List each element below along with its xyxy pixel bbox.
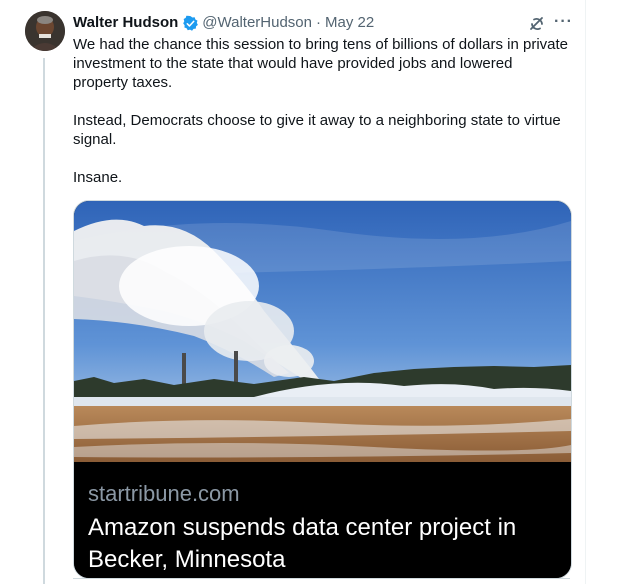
- tweet-paragraph: Insane.: [73, 169, 123, 186]
- tweet-text: We had the chance this session to bring …: [73, 35, 568, 187]
- link-card-caption: startribune.com Amazon suspends data cen…: [74, 462, 571, 578]
- more-icon[interactable]: ···: [554, 13, 572, 33]
- tweet-paragraph: Instead, Democrats choose to give it awa…: [73, 112, 561, 148]
- author-handle[interactable]: @WalterHudson: [202, 13, 312, 33]
- separator-dot: ·: [316, 14, 321, 31]
- thread-line: [43, 58, 45, 584]
- tweet-date[interactable]: May 22: [325, 13, 374, 33]
- link-headline: Amazon suspends data center project in B…: [88, 514, 517, 573]
- avatar[interactable]: [25, 11, 65, 51]
- tweet-header: Walter Hudson @WalterHudson · May 22: [73, 13, 573, 33]
- grok-icon[interactable]: [528, 15, 546, 33]
- link-domain: startribune.com: [88, 481, 240, 506]
- author-name[interactable]: Walter Hudson: [73, 13, 178, 33]
- avatar-image: [25, 11, 65, 51]
- link-card-image: [74, 201, 571, 462]
- verified-badge-icon: [182, 15, 199, 32]
- tweet-paragraph: We had the chance this session to bring …: [73, 36, 568, 91]
- link-card[interactable]: startribune.com Amazon suspends data cen…: [73, 200, 572, 579]
